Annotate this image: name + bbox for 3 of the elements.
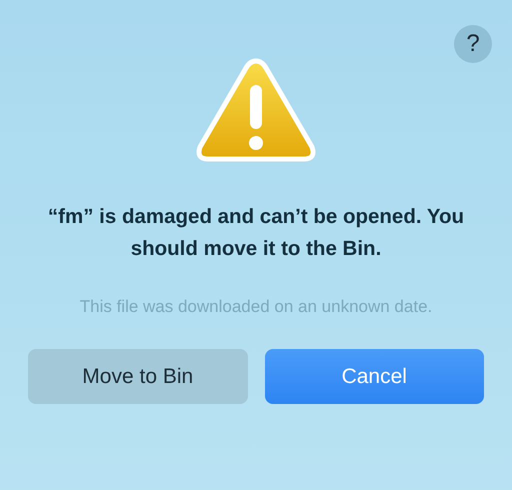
help-button[interactable]: ? (454, 25, 492, 63)
alert-title: “fm” is damaged and can’t be opened. You should move it to the Bin. (46, 204, 466, 262)
dialog-button[interactable]: Move to Bin (28, 349, 248, 404)
